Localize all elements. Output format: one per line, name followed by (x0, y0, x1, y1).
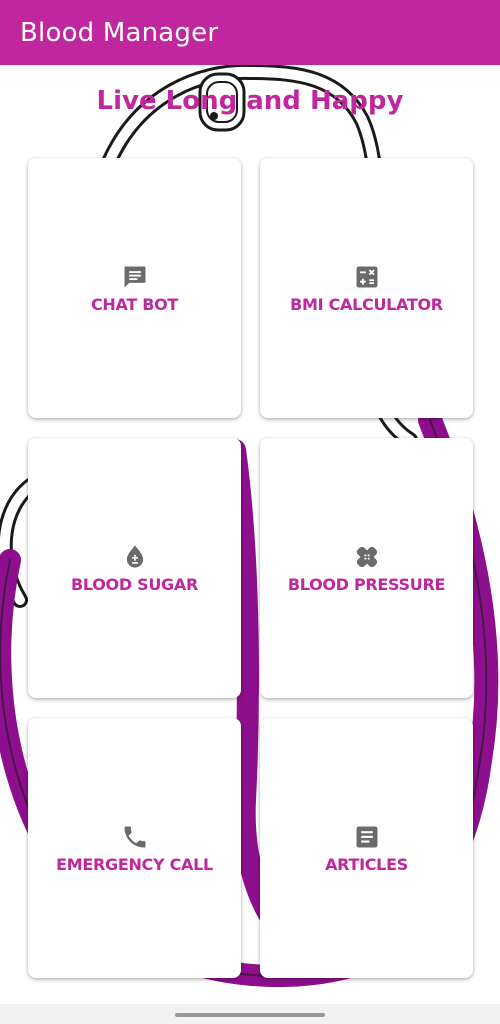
app-bar: Blood Manager (0, 0, 500, 65)
bandage-icon (356, 546, 377, 567)
blood-pressure-card[interactable]: BLOOD PRESSURE (260, 438, 473, 698)
app-title: Blood Manager (20, 17, 219, 48)
system-navigation-bar (0, 1004, 500, 1024)
blood-sugar-card[interactable]: BLOOD SUGAR (28, 438, 241, 698)
articles-label: ARTICLES (325, 854, 408, 874)
phone-icon (124, 826, 145, 847)
calculator-icon (356, 266, 377, 287)
page-headline: Live Long and Happy (96, 86, 404, 116)
bmi-calculator-card[interactable]: BMI CALCULATOR (260, 158, 473, 418)
blood-pressure-label: BLOOD PRESSURE (287, 574, 446, 594)
home-gesture-handle[interactable] (175, 1013, 325, 1017)
emergency-call-card[interactable]: EMERGENCY CALL (28, 718, 241, 978)
bmi-calculator-label: BMI CALCULATOR (290, 294, 443, 314)
blood-drop-icon (126, 544, 143, 567)
chat-icon (124, 266, 145, 287)
article-icon (356, 826, 377, 847)
emergency-call-label: EMERGENCY CALL (56, 854, 213, 874)
articles-card[interactable]: ARTICLES (260, 718, 473, 978)
chat-bot-card[interactable]: CHAT BOT (28, 158, 241, 418)
blood-sugar-label: BLOOD SUGAR (71, 574, 198, 594)
chat-bot-label: CHAT BOT (90, 294, 179, 314)
